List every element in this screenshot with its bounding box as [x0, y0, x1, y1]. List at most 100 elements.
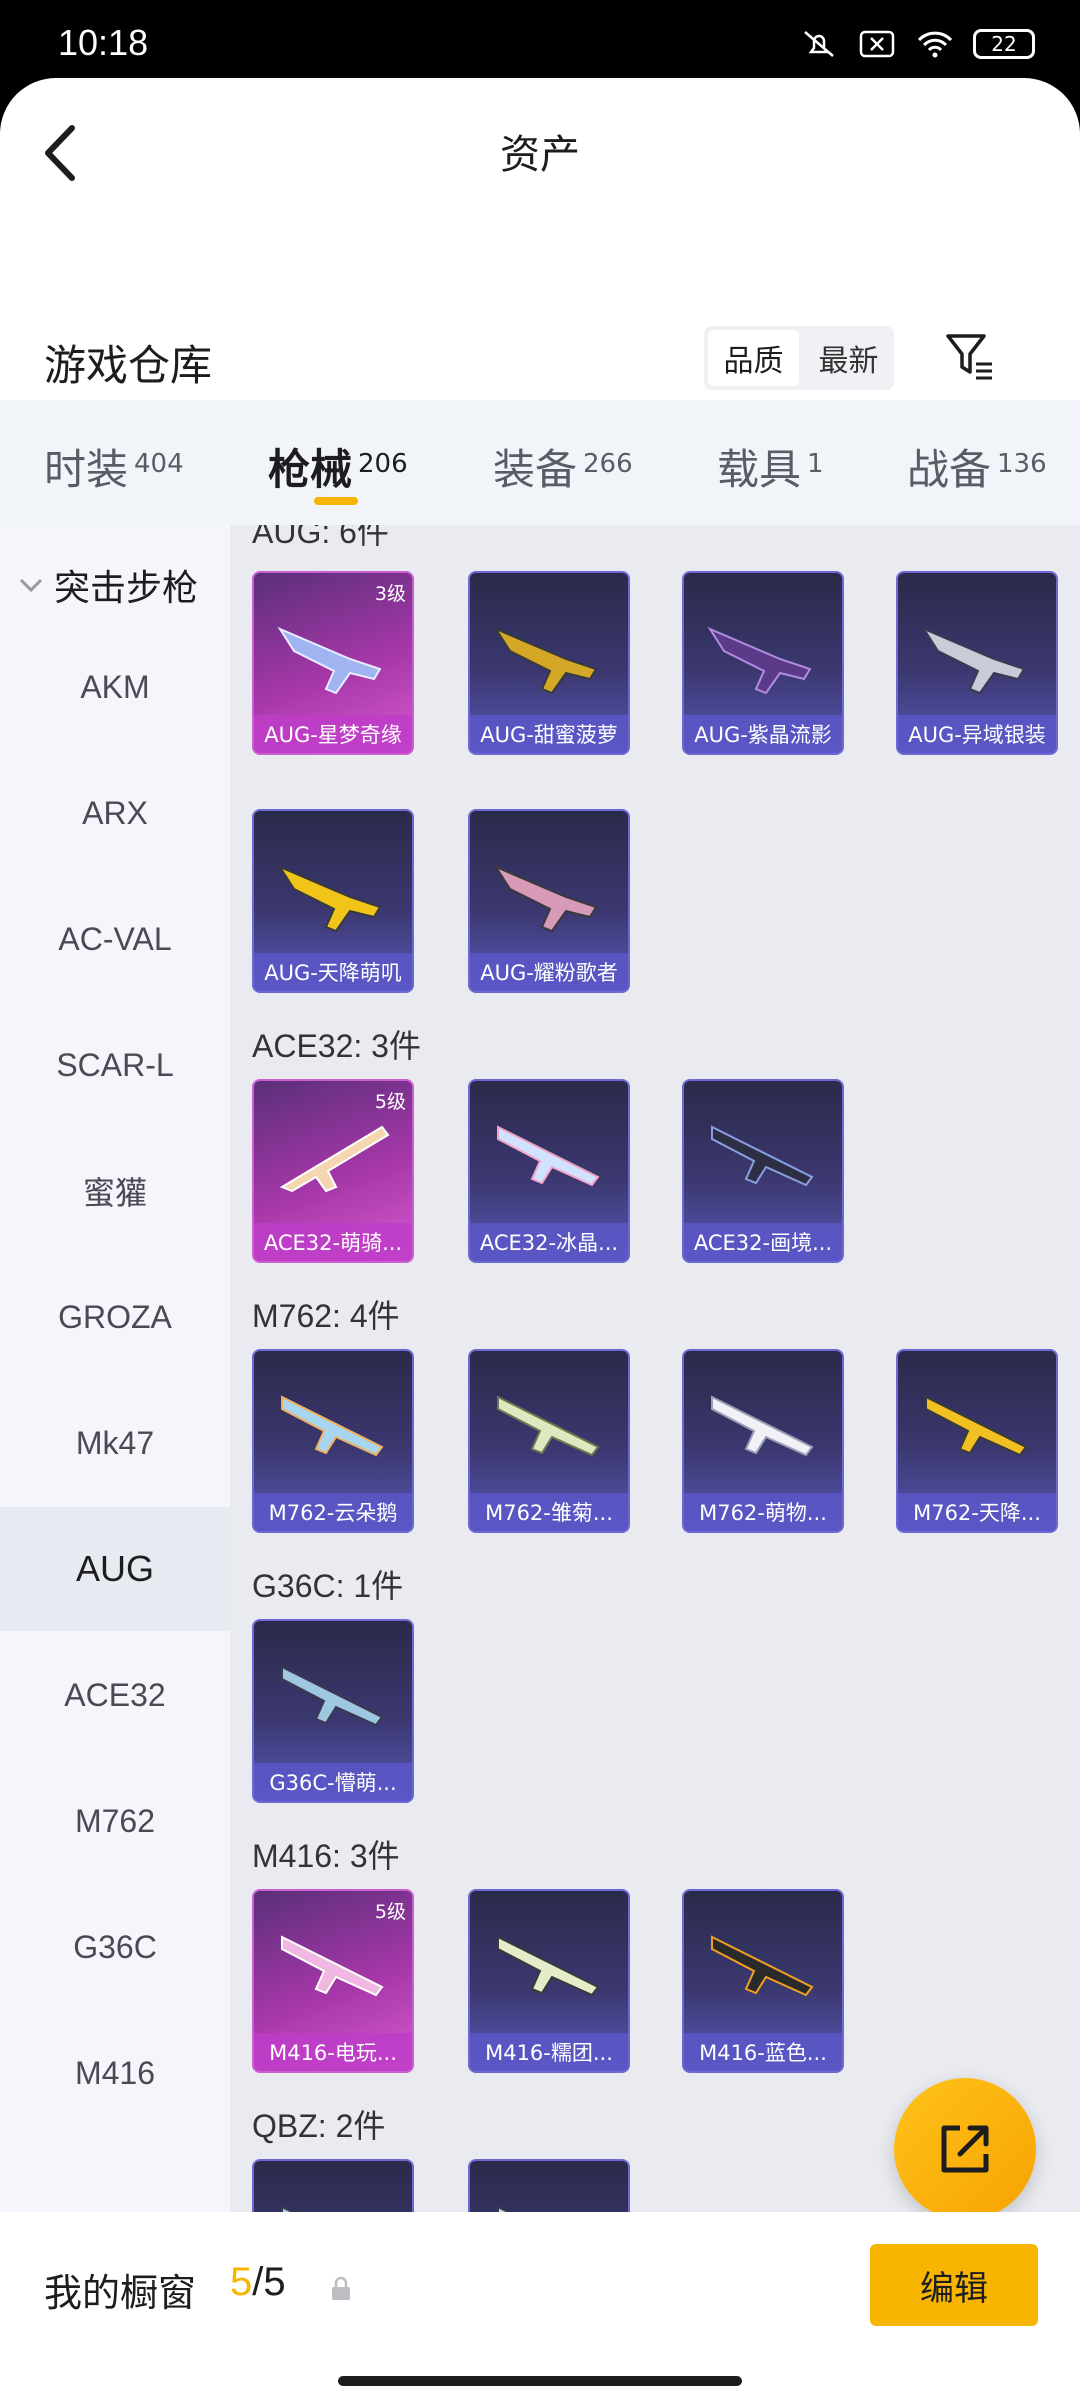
sidebar-item-groza[interactable]: GROZA — [0, 1255, 230, 1379]
sidebar-item-ac-val[interactable]: AC-VAL — [0, 877, 230, 1001]
weapon-card[interactable]: AUG-耀粉歌者 — [468, 809, 630, 993]
weapon-card[interactable]: M762-雏菊... — [468, 1349, 630, 1533]
weapon-grid: AUG: 6件 3级 AUG-星梦奇缘 AUG-甜蜜菠萝 AUG-紫晶流影 AU… — [230, 525, 1080, 2290]
tab-battle-gear[interactable]: 战备 136 — [907, 436, 1047, 497]
weapon-name: AUG-甜蜜菠萝 — [470, 715, 628, 753]
page-title: 资产 — [500, 132, 580, 178]
sidebar-item-g36c[interactable]: G36C — [0, 1885, 230, 2009]
weapon-card[interactable]: M416-糯团... — [468, 1889, 630, 2073]
showcase-total: 5 — [263, 2260, 286, 2304]
group-title-g36c: G36C: 1件 — [252, 1568, 404, 1604]
level-badge: 3级 — [374, 583, 406, 605]
weapon-card[interactable]: M416-蓝色... — [682, 1889, 844, 2073]
level-badge: 5级 — [374, 1901, 406, 1923]
weapon-card[interactable]: M762-云朵鹅 — [252, 1349, 414, 1533]
tab-count: 206 — [358, 449, 408, 479]
warehouse-title: 游戏仓库 — [44, 341, 213, 390]
showcase-separator: / — [252, 2260, 264, 2304]
sidebar-item-akm[interactable]: AKM — [0, 625, 230, 749]
weapon-name: AUG-天降萌叽 — [254, 953, 412, 991]
weapon-card[interactable]: M762-天降... — [896, 1349, 1058, 1533]
weapon-name: M762-天降... — [898, 1493, 1056, 1531]
tab-label: 战备 — [907, 445, 992, 494]
weapon-name: AUG-星梦奇缘 — [254, 715, 412, 753]
showcase-label: 我的橱窗 — [44, 2271, 197, 2315]
edit-button[interactable]: 编辑 — [870, 2244, 1038, 2326]
sidebar-item-m416[interactable]: M416 — [0, 2011, 230, 2135]
group-title-m762: M762: 4件 — [252, 1298, 400, 1334]
tab-fashion[interactable]: 时装 404 — [44, 436, 184, 497]
rifle-icon — [277, 864, 382, 933]
rifle-icon — [277, 626, 382, 695]
tab-label: 载具 — [717, 445, 802, 494]
weapon-card[interactable]: ACE32-画境... — [682, 1079, 844, 1263]
tab-count: 1 — [807, 449, 824, 479]
rifle-icon — [281, 1665, 384, 1727]
weapon-name: ACE32-画境... — [684, 1223, 842, 1261]
tab-label: 时装 — [44, 445, 129, 494]
top-bar: 资产 — [0, 78, 1080, 218]
sidebar-item-ace32[interactable]: ACE32 — [0, 1633, 230, 1757]
sort-newest-button[interactable]: 最新 — [803, 326, 894, 390]
rifle-icon — [281, 1395, 384, 1457]
category-tabs: 时装 404 枪械 206 装备 266 载具 1 战备 136 — [0, 400, 1080, 525]
weapon-name: M416-糯团... — [470, 2033, 628, 2071]
tab-equipment[interactable]: 装备 266 — [493, 436, 633, 497]
sidebar-item-arx[interactable]: ARX — [0, 751, 230, 875]
tab-count: 136 — [997, 449, 1047, 479]
weapon-card[interactable]: AUG-天降萌叽 — [252, 809, 414, 993]
weapon-card[interactable]: 5级 M416-电玩... — [252, 1889, 414, 2073]
sidebar-item-m762[interactable]: M762 — [0, 1759, 230, 1883]
sort-quality-button[interactable]: 品质 — [708, 330, 799, 386]
rifle-icon — [493, 864, 598, 933]
asset-sheet: 资产 游戏仓库 品质 最新 时装 404 枪械 206 装备 266 载具 1 战备 13… — [0, 78, 1080, 2400]
rifle-icon — [921, 626, 1026, 695]
level-badge: 5级 — [374, 1091, 406, 1113]
weapon-card[interactable]: 3级 AUG-星梦奇缘 — [252, 571, 414, 755]
weapon-card[interactable]: AUG-紫晶流影 — [682, 571, 844, 755]
sidebar-item-honey-badger[interactable]: 蜜獾 — [0, 1129, 230, 1253]
status-icons: 22 — [799, 28, 1035, 60]
share-button[interactable] — [894, 2078, 1036, 2220]
wifi-icon — [917, 31, 953, 58]
rifle-icon — [711, 1935, 814, 1997]
showcase-bar: 我的橱窗 5/5 编辑 — [0, 2212, 1080, 2400]
group-title-ace32: ACE32: 3件 — [252, 1028, 421, 1064]
weapon-name: AUG-异域银装 — [898, 715, 1056, 753]
weapon-card[interactable]: ACE32-冰晶... — [468, 1079, 630, 1263]
weapon-card[interactable]: 5级 ACE32-萌骑... — [252, 1079, 414, 1263]
sidebar-category-label: 突击步枪 — [54, 568, 199, 609]
weapon-name: AUG-紫晶流影 — [684, 715, 842, 753]
chevron-down-icon — [19, 578, 43, 593]
status-time: 10:18 — [58, 22, 149, 63]
sidebar-item-aug[interactable]: AUG — [0, 1507, 230, 1631]
mute-icon — [804, 31, 834, 57]
weapon-name: M762-雏菊... — [470, 1493, 628, 1531]
sort-toggle: 品质 最新 — [704, 326, 894, 390]
weapon-card[interactable]: AUG-异域银装 — [896, 571, 1058, 755]
rifle-icon — [493, 626, 598, 695]
tab-vehicles[interactable]: 载具 1 — [717, 436, 824, 497]
weapon-name: M416-电玩... — [254, 2033, 412, 2071]
rifle-icon — [497, 1935, 600, 1997]
showcase-current: 5 — [230, 2260, 253, 2304]
tab-firearms[interactable]: 枪械 206 — [268, 436, 408, 497]
sidebar-item-mk47[interactable]: Mk47 — [0, 1381, 230, 1505]
showcase-count: 5/5 — [230, 2260, 286, 2305]
group-title-m416: M416: 3件 — [252, 1838, 400, 1874]
rifle-icon — [925, 1395, 1028, 1457]
tab-count: 404 — [134, 449, 184, 479]
active-tab-indicator — [314, 497, 358, 505]
weapon-card[interactable]: G36C-懵萌... — [252, 1619, 414, 1803]
rifle-icon — [279, 1125, 390, 1193]
weapon-card[interactable]: AUG-甜蜜菠萝 — [468, 571, 630, 755]
group-title-qbz: QBZ: 2件 — [252, 2108, 386, 2144]
filter-icon[interactable] — [944, 330, 996, 382]
sidebar-item-scar-l[interactable]: SCAR-L — [0, 1003, 230, 1127]
home-indicator — [338, 2376, 742, 2386]
tab-label: 装备 — [493, 445, 578, 494]
weapon-sidebar: 突击步枪 AKM ARX AC-VAL SCAR-L 蜜獾 GROZA Mk47… — [0, 525, 230, 2290]
rifle-icon — [707, 626, 812, 695]
weapon-card[interactable]: M762-萌物... — [682, 1349, 844, 1533]
sim-off-icon — [859, 30, 895, 58]
